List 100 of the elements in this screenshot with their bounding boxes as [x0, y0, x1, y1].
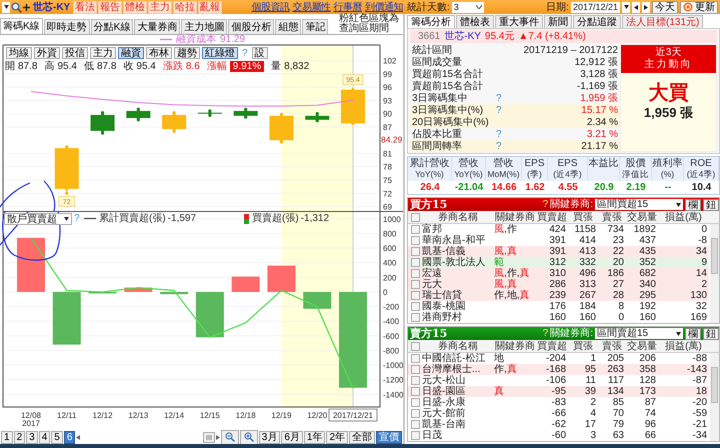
axis-label: 81: [383, 149, 392, 158]
table-cell-text: 凱基-信義: [422, 246, 466, 257]
trend-title: 近3天: [656, 47, 682, 58]
axis-label: 12/18: [236, 411, 256, 420]
table-cell-text: 70: [612, 408, 625, 419]
stat-value: 12,912 張: [574, 56, 618, 68]
table-cell-text: 160: [638, 312, 657, 323]
table-cell-text: 0: [700, 224, 708, 235]
table-title: 買方15: [410, 199, 448, 210]
quote-label: 收: [123, 61, 134, 72]
table-cell-text: 391: [548, 246, 567, 257]
axis-label: 69: [383, 202, 392, 211]
column-header: 交易量: [626, 340, 658, 352]
axis-label: -800: [383, 346, 400, 356]
table-cell-text: 10.4: [690, 181, 712, 194]
stat-label: 3日籌碼集中(%): [412, 104, 484, 116]
column-header: ROE (近4季): [684, 157, 719, 181]
table-cell-text: 295: [638, 290, 657, 301]
axis-label: -600: [383, 332, 400, 341]
column-header: 賣張: [601, 340, 623, 352]
table-cell-text: 元大-館前: [422, 408, 466, 419]
table-cell-text: -8: [697, 235, 708, 246]
stat-label: 佔股本比重: [412, 128, 463, 140]
table-cell-text: 39: [584, 386, 597, 397]
column-header: 股價 淨值比: [620, 157, 652, 181]
table-cell-text: 160: [548, 312, 567, 323]
stat-value: 3.21 %: [586, 128, 618, 140]
table-cell-text: 332: [578, 257, 597, 268]
quote-value: 8.6: [186, 61, 200, 72]
axis-label: 96: [383, 83, 392, 92]
axis-label: -400: [383, 317, 400, 326]
column-header: 券商名稱: [437, 212, 479, 222]
legend-item: 買賣超(張) -1,312: [244, 213, 330, 224]
table-cell-text: -34: [692, 430, 708, 441]
axis-label: 2017: [22, 419, 40, 427]
table-cell-text: 95: [584, 364, 597, 375]
table-cell-text: 國票-敦北法人: [422, 257, 486, 268]
table-cell-text: 340: [638, 279, 657, 290]
table-cell-text: 496: [578, 268, 597, 279]
table-cell-text: 130: [689, 290, 708, 301]
axis-label: 12/08: [20, 411, 42, 420]
column-header: 損益(萬): [664, 340, 703, 352]
axis-label: 12/20: [307, 411, 328, 420]
x-tick-label: 2017/12/21: [332, 411, 374, 420]
table-cell-text: 港商野村: [422, 312, 463, 323]
table-cell-text: 風,真: [494, 279, 518, 290]
table-cell-text: -62: [550, 419, 567, 430]
stock-name: 世芯-KY: [33, 2, 70, 12]
table-cell-text: 128: [638, 375, 657, 386]
table-cell-text: 263: [606, 364, 625, 375]
table-cell-text: 作,地,真: [494, 290, 531, 301]
table-cell-text: -21: [692, 419, 708, 430]
table-cell-text: 1158: [573, 224, 597, 235]
price-change: ▲7.4 (+8.41%): [518, 31, 586, 42]
axis-label: 600: [383, 244, 396, 254]
table-cell-text: -168: [544, 364, 567, 375]
table-cell-text: 風,真: [494, 246, 518, 257]
table-cell-text: 28: [612, 290, 625, 301]
table-cell-text: 4: [589, 408, 597, 419]
note-text: 粉紅色區塊為查詢區期間: [339, 14, 399, 34]
table-cell-text: 中國信託-松江: [422, 353, 486, 364]
table-cell-text: 734: [606, 224, 625, 235]
table-cell-text: 2: [589, 397, 597, 408]
quote-label: 高: [44, 61, 54, 72]
axis-label: 12/15: [200, 411, 220, 420]
stock-code: 3661: [418, 31, 440, 42]
column-header: 買賣超: [536, 212, 568, 222]
axis-label: 87: [383, 122, 392, 132]
quote-value: 8,832: [284, 61, 310, 72]
table-cell-text: 台灣摩根士...: [422, 364, 482, 375]
trend-amount: 1,959 張: [644, 105, 694, 121]
date-label: 日期:: [546, 2, 569, 12]
filter-label: 關鍵券商:: [550, 328, 593, 339]
axis-label: 12/12: [92, 411, 113, 420]
axis-label: 12/19: [271, 411, 292, 420]
table-cell-text: -87: [692, 375, 708, 386]
column-header: 殖利率 (%): [652, 157, 684, 181]
axis-label: 102: [383, 56, 396, 66]
table-cell-text: 風,作: [494, 224, 518, 235]
table-cell-text: 66: [644, 430, 657, 441]
stat-label: 區間成交量: [412, 56, 463, 68]
stat-value: 1,959 張: [580, 92, 618, 104]
stat-label: 買超前15名合計: [412, 68, 484, 80]
axis-label: 72: [383, 189, 392, 198]
column-header: 賣張: [601, 212, 623, 222]
table-cell-text: 20: [612, 257, 625, 268]
stock-name: 世芯-KY: [444, 31, 481, 42]
table-cell-text: -66: [550, 408, 567, 419]
column-header: EPS (近4季): [548, 157, 588, 181]
table-cell-text: 華南永昌-和平: [422, 235, 486, 246]
current-price-label: 84.29: [381, 134, 402, 144]
table-cell-text: 186: [606, 268, 625, 279]
column-header: 累計營收 YoY(%): [408, 157, 452, 181]
table-cell-text: -95: [550, 386, 567, 397]
table-cell-text: 96: [644, 419, 657, 430]
table-cell-text: 206: [638, 353, 657, 364]
table-cell-text: 日盛-永康: [422, 397, 466, 408]
stat-value: -1,169 張: [576, 80, 618, 92]
table-cell-text: -204: [544, 353, 567, 364]
trend-subtitle: 主力動向: [644, 59, 692, 71]
